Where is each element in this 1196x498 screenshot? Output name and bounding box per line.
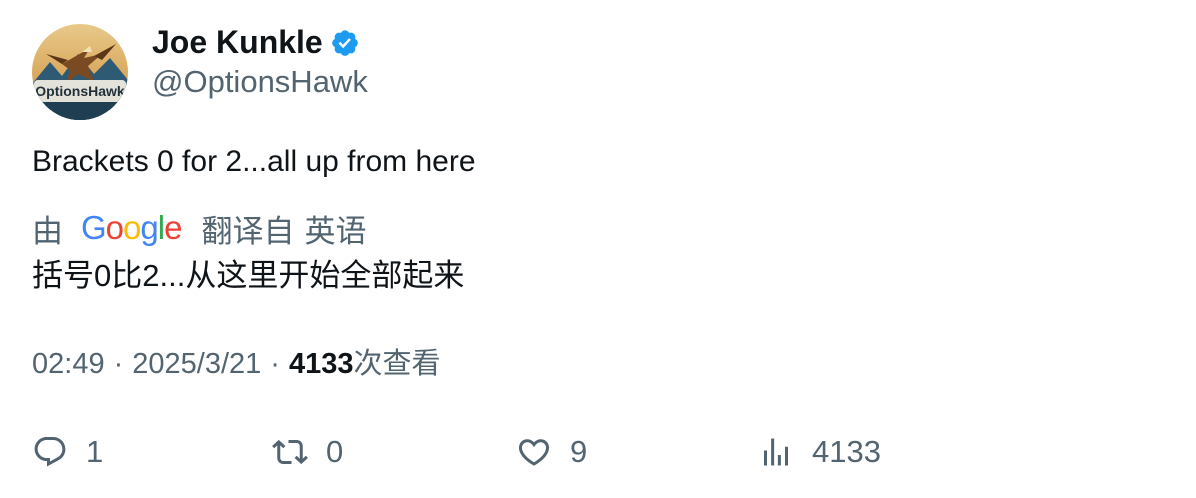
action-bar: 1 0 9 4133: [0, 428, 1196, 476]
translated-from-label: 翻译自: [201, 213, 295, 249]
views-count: 4133: [288, 348, 354, 380]
tweet-meta: 02:49 · 2025/3/21 · 4133次查看: [32, 344, 440, 384]
retweet-button[interactable]: 0: [272, 428, 343, 476]
avatar[interactable]: OptionsHawk: [32, 24, 128, 120]
retweet-icon: [272, 439, 308, 465]
author-display-name[interactable]: Joe Kunkle: [152, 22, 323, 62]
tweet-text: Brackets 0 for 2...all up from here: [32, 145, 476, 178]
like-count: 9: [570, 434, 588, 469]
views-action-count: 4133: [812, 434, 881, 469]
tweet-date[interactable]: 2025/3/21: [132, 348, 261, 380]
meta-separator: ·: [270, 348, 280, 380]
hawk-logo-image: OptionsHawk: [32, 24, 128, 120]
reply-count: 1: [86, 434, 104, 469]
like-button[interactable]: 9: [516, 428, 587, 476]
views-button[interactable]: 4133: [758, 428, 881, 476]
meta-separator: ·: [113, 348, 124, 380]
source-language: 英语: [304, 213, 367, 249]
google-logo[interactable]: Google: [81, 209, 182, 247]
tweet-time[interactable]: 02:49: [32, 348, 105, 380]
analytics-icon: [764, 438, 788, 466]
views-label: 次查看: [353, 348, 441, 380]
reply-button[interactable]: 1: [32, 428, 103, 476]
reply-icon: [34, 437, 66, 467]
avatar-logo-text: OptionsHawk: [35, 83, 125, 99]
author-handle[interactable]: @OptionsHawk: [152, 62, 368, 102]
translation-by-label: 由: [32, 213, 63, 249]
retweet-count: 0: [326, 434, 344, 469]
translation-attribution: 由 Google 翻译自 英语: [32, 206, 366, 250]
verified-badge-icon[interactable]: [330, 28, 360, 58]
translated-text: 括号0比2...从这里开始全部起来: [32, 258, 465, 293]
heart-icon: [518, 439, 550, 466]
